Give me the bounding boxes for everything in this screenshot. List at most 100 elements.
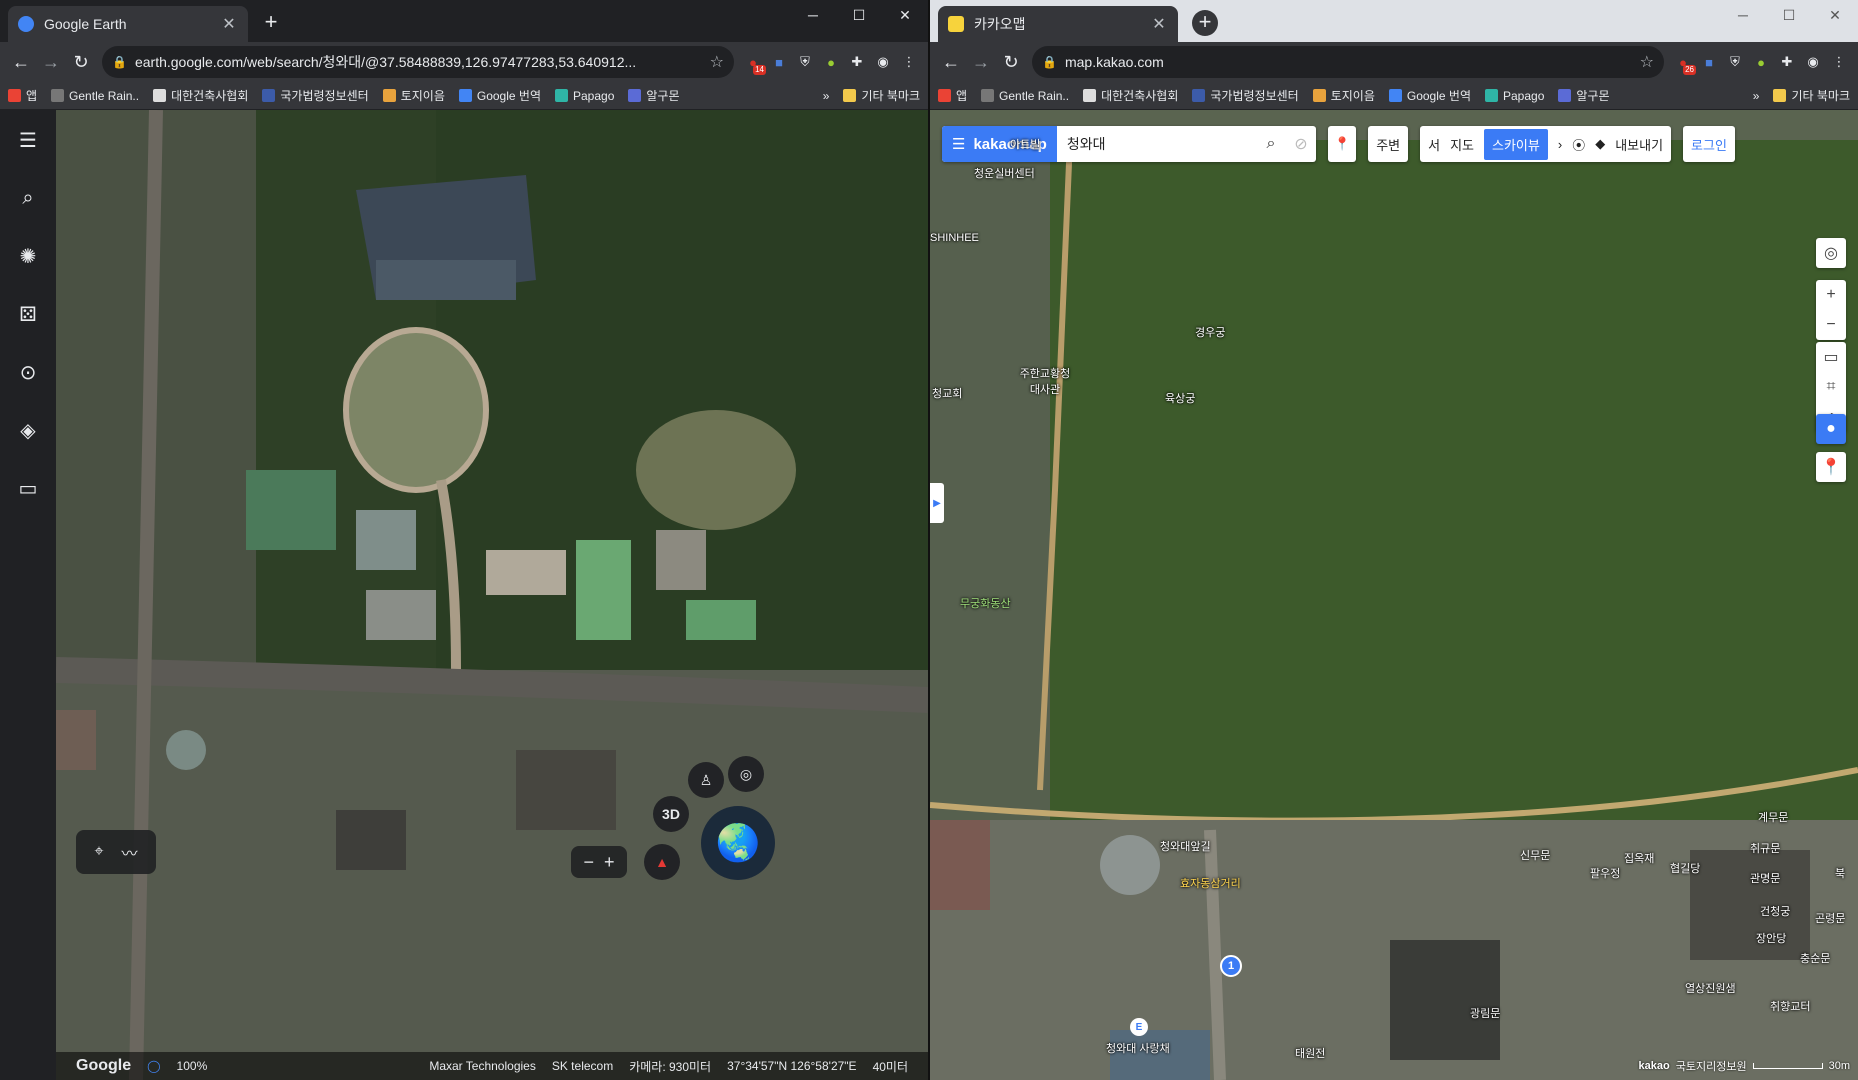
bookmarks-overflow-icon[interactable]: » [1753,89,1760,103]
bookmark-item[interactable]: 알구몬 [1558,87,1610,104]
bookmark-item[interactable]: Google 번역 [458,87,541,104]
close-window-icon[interactable]: ✕ [1812,0,1858,30]
pegman-icon[interactable]: ♙ [688,762,724,798]
maximize-icon[interactable]: ☐ [1766,0,1812,30]
map-label[interactable]: 협길당 [1670,860,1700,876]
map-label[interactable]: 장안당 [1756,930,1786,946]
my-location-icon[interactable]: ◎ [1816,238,1846,268]
chevron-right-icon[interactable]: › [1558,137,1562,152]
minimize-icon[interactable]: ─ [790,0,836,30]
export-button[interactable]: 내보내기 [1615,135,1663,154]
bookmark-apps[interactable]: 앱 [938,87,967,104]
zoom-in-icon[interactable]: + [1816,280,1846,310]
satellite-map[interactable]: ⌖ 〰 ♙ ◎ 3D − + ▲ 🌏 [56,110,928,1080]
login-button[interactable]: 로그인 [1683,126,1735,162]
extensions-puzzle-icon[interactable]: ✚ [844,49,870,75]
maximize-icon[interactable]: ☐ [836,0,882,30]
address-bar[interactable]: 🔒 map.kakao.com ☆ [1032,46,1664,78]
bookmark-star-icon[interactable]: ☆ [710,52,724,72]
bookmark-item[interactable]: 대한건축사협회 [153,87,248,104]
marker-button[interactable]: 📍 [1328,126,1357,162]
map-label[interactable]: 태원전 [1295,1045,1325,1061]
tab-kakao-map[interactable]: 카카오맵 ✕ [938,6,1178,42]
sidebar-toggle[interactable]: ▶ [930,483,944,523]
extension-shield-icon[interactable]: ⛨ [1722,49,1748,75]
map-label[interactable]: 청와대 사랑채 [1106,1040,1170,1056]
map-label[interactable]: 효자동삼거리 [1180,875,1241,891]
close-window-icon[interactable]: ✕ [882,0,928,30]
bookmark-item[interactable]: Gentle Rain.. [51,89,139,103]
map-label[interactable]: 아트빌 [1010,136,1040,152]
nearby-button[interactable]: 주변 [1368,126,1409,162]
projects-icon[interactable]: ⊙ [14,358,42,386]
my-location-icon[interactable]: ◎ [728,756,764,792]
bookmark-item[interactable]: 토지이음 [382,87,445,104]
search-icon[interactable]: ⌕ [1256,135,1286,153]
extension-green-icon[interactable]: ● [818,49,844,75]
minimize-icon[interactable]: ─ [1720,0,1766,30]
extension-blue-icon[interactable]: ■ [1696,49,1722,75]
distance-icon[interactable]: ▭ [1816,342,1846,372]
map-label[interactable]: 집옥재 [1624,850,1654,866]
search-input[interactable]: 청와대 [1057,134,1256,154]
profile-avatar[interactable]: ◉ [870,49,896,75]
tab-google-earth[interactable]: Google Earth ✕ [8,6,248,42]
map-label[interactable]: 취규문 [1750,840,1780,856]
layers-icon[interactable]: ◆ [1595,136,1605,152]
other-bookmarks[interactable]: 기타 북마크 [1773,87,1850,104]
clear-search-icon[interactable]: ⊘ [1286,134,1316,154]
reload-icon[interactable]: ↻ [66,47,96,77]
zoom-in-icon[interactable]: + [604,852,615,873]
close-tab-icon[interactable]: ✕ [1150,14,1168,34]
address-bar[interactable]: 🔒 earth.google.com/web/search/청와대/@37.58… [102,46,734,78]
bookmark-item[interactable]: 알구몬 [628,87,680,104]
bookmark-apps[interactable]: 앱 [8,87,37,104]
map-label[interactable]: 곤령문 [1815,910,1845,926]
tab-road[interactable]: 서 [1428,135,1440,154]
back-icon[interactable]: ← [6,47,36,77]
map-label[interactable]: 북 [1835,865,1845,881]
map-label[interactable]: 팔우정 [1590,865,1620,881]
bookmark-item[interactable]: 토지이음 [1312,87,1375,104]
forward-icon[interactable]: → [966,47,996,77]
map-label[interactable]: 관명문 [1750,870,1780,886]
map-label[interactable]: 무궁화동산 [960,595,1011,611]
menu-kebab-icon[interactable]: ⋮ [1826,49,1852,75]
circle-icon[interactable]: ● [1816,414,1846,444]
globe-icon[interactable]: 🌏 [701,806,775,880]
map-label[interactable]: 광림문 [1470,1005,1500,1021]
extension-shield-icon[interactable]: ⛨ [792,49,818,75]
measure-icon[interactable]: ▭ [14,474,42,502]
path-icon[interactable]: 〰 [122,840,138,864]
place-marker-icon[interactable]: E [1130,1018,1148,1036]
map-label[interactable]: 충순문 [1800,950,1830,966]
map-label[interactable]: 취향교터 [1770,998,1810,1014]
extension-adblock-icon[interactable]: ● 26 [1670,49,1696,75]
map-label[interactable]: 청교회 [932,385,962,401]
reload-icon[interactable]: ↻ [996,47,1026,77]
map-label[interactable]: 육상궁 [1165,390,1195,406]
voyager-icon[interactable]: ✺ [14,242,42,270]
back-icon[interactable]: ← [936,47,966,77]
map-label[interactable]: 열상진원샘 [1685,980,1736,996]
tab-map[interactable]: 지도 [1450,135,1474,154]
search-result-pin-icon[interactable]: 1 [1220,955,1242,977]
extension-green-icon[interactable]: ● [1748,49,1774,75]
area-icon[interactable]: ⌗ [1816,372,1846,402]
hamburger-icon[interactable]: ☰ [952,135,965,153]
extensions-puzzle-icon[interactable]: ✚ [1774,49,1800,75]
map-label[interactable]: 청와대앞길 [1160,838,1211,854]
bookmark-item[interactable]: Gentle Rain.. [981,89,1069,103]
search-icon[interactable]: ⌕ [14,184,42,212]
zoom-out-icon[interactable]: − [583,852,594,873]
bookmark-item[interactable]: 대한건축사협회 [1083,87,1178,104]
map-label[interactable]: 건청궁 [1760,903,1790,919]
roadview-icon[interactable]: ⦿ [1572,135,1585,154]
compass-icon[interactable]: ▲ [644,844,680,880]
extension-blue-icon[interactable]: ■ [766,49,792,75]
map-label[interactable]: SHINHEE [930,232,979,244]
bookmark-item[interactable]: Papago [1485,89,1544,103]
map-label[interactable]: 계무문 [1758,809,1788,825]
new-tab-button[interactable]: + [1192,10,1218,36]
menu-kebab-icon[interactable]: ⋮ [896,49,922,75]
